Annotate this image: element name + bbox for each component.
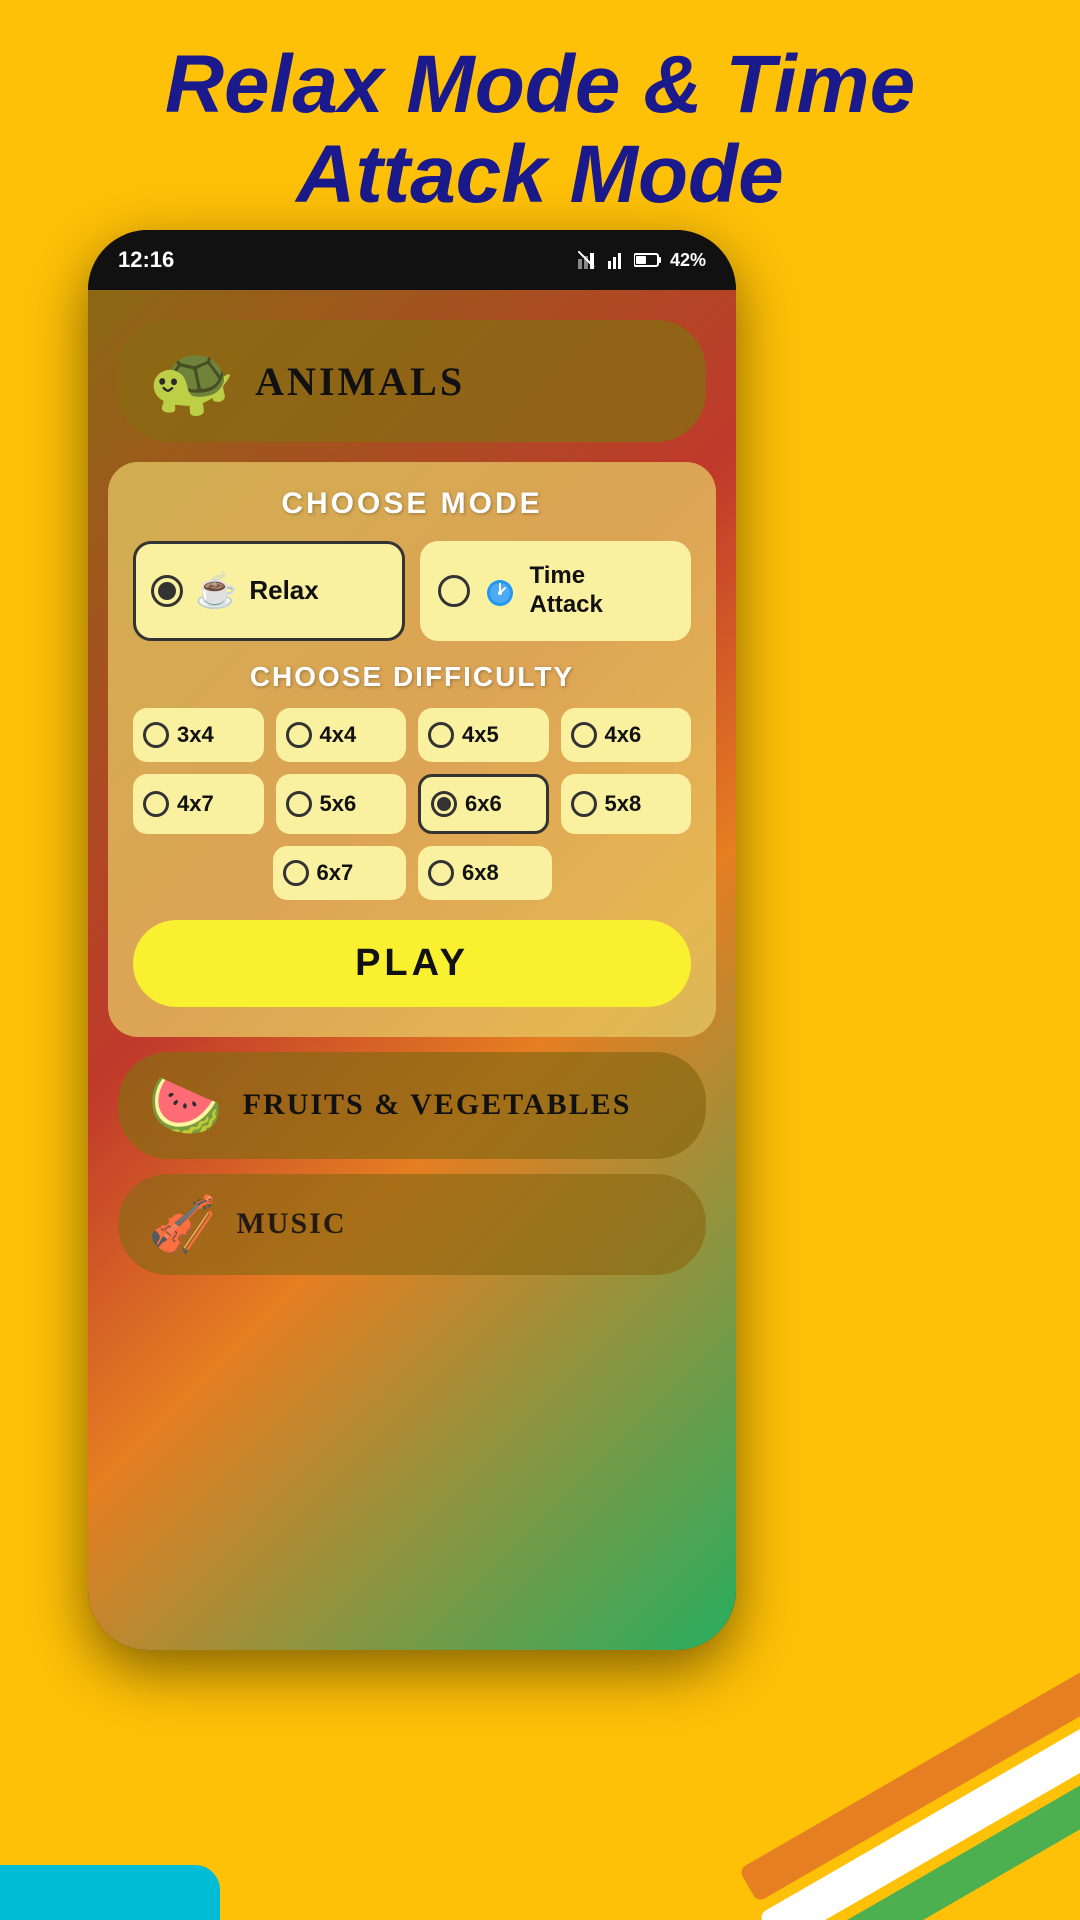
battery-percent: 42% — [670, 250, 706, 271]
signal-icon — [578, 251, 600, 269]
battery-icon — [634, 252, 662, 268]
difficulty-row-3: 6x7 6x8 — [133, 846, 691, 900]
diff-4x4[interactable]: 4x4 — [276, 708, 407, 762]
diff-6x7[interactable]: 6x7 — [273, 846, 407, 900]
time-attack-line1: Time — [530, 562, 603, 591]
diff-4x6-radio — [571, 722, 597, 748]
diff-6x8-label: 6x8 — [462, 860, 499, 886]
watermelon-icon: 🍉 — [148, 1070, 223, 1141]
vegetables-label: FRUITS & VEGETABLES — [243, 1088, 632, 1122]
time-attack-mode-option[interactable]: Time Attack — [420, 541, 692, 641]
diff-5x6-label: 5x6 — [320, 791, 357, 817]
diff-4x5[interactable]: 4x5 — [418, 708, 549, 762]
diff-6x7-radio — [283, 860, 309, 886]
play-button[interactable]: PLAY — [133, 920, 691, 1007]
stripe-blue — [0, 1865, 220, 1920]
status-bar: 12:16 42% — [88, 230, 736, 290]
difficulty-row-1: 3x4 4x4 4x5 4x6 — [133, 708, 691, 762]
stopwatch-icon — [482, 573, 518, 609]
diff-4x5-radio — [428, 722, 454, 748]
diff-3x4[interactable]: 3x4 — [133, 708, 264, 762]
diff-6x8-radio — [428, 860, 454, 886]
phone-notch — [362, 230, 462, 250]
page-title: Relax Mode & Time Attack Mode — [0, 40, 1080, 220]
relax-radio-fill — [158, 582, 176, 600]
relax-radio — [151, 575, 183, 607]
diff-6x7-label: 6x7 — [317, 860, 354, 886]
mode-row: ☕ Relax — [133, 541, 691, 641]
mode-card: CHOOSE MODE ☕ Relax — [108, 462, 716, 1037]
diff-4x7-radio — [143, 791, 169, 817]
diff-6x6-radio — [431, 791, 457, 817]
relax-mode-option[interactable]: ☕ Relax — [133, 541, 405, 641]
diff-3x4-radio — [143, 722, 169, 748]
choose-mode-title: CHOOSE MODE — [133, 487, 691, 521]
diff-4x4-label: 4x4 — [320, 722, 357, 748]
relax-label: Relax — [249, 575, 318, 606]
diff-4x7[interactable]: 4x7 — [133, 774, 264, 834]
time-attack-radio — [438, 575, 470, 607]
diff-4x5-label: 4x5 — [462, 722, 499, 748]
status-time: 12:16 — [118, 247, 174, 273]
diff-4x4-radio — [286, 722, 312, 748]
diff-4x7-label: 4x7 — [177, 791, 214, 817]
turtle-icon: 🐢 — [148, 340, 235, 422]
diff-3x4-label: 3x4 — [177, 722, 214, 748]
animals-category-button[interactable]: 🐢 ANIMALS — [118, 320, 706, 442]
diff-5x8-label: 5x8 — [605, 791, 642, 817]
diff-4x6-label: 4x6 — [605, 722, 642, 748]
deco-stripes — [680, 1670, 1080, 1920]
status-icons: 42% — [578, 250, 706, 271]
diff-5x8-radio — [571, 791, 597, 817]
difficulty-row-2: 4x7 5x6 6x6 5x8 — [133, 774, 691, 834]
music-category-button[interactable]: 🎻 MUSIC — [118, 1174, 706, 1275]
diff-6x6-label: 6x6 — [465, 791, 502, 817]
phone-screen: 🐢 ANIMALS CHOOSE MODE ☕ Relax — [88, 290, 736, 1650]
vegetables-category-button[interactable]: 🍉 FRUITS & VEGETABLES — [118, 1052, 706, 1159]
diff-5x6-radio — [286, 791, 312, 817]
music-label: MUSIC — [236, 1207, 346, 1241]
animals-label: ANIMALS — [255, 358, 465, 405]
choose-difficulty-title: CHOOSE DIFFICULTY — [133, 661, 691, 693]
diff-5x6[interactable]: 5x6 — [276, 774, 407, 834]
time-attack-line2: Attack — [530, 591, 603, 620]
diff-4x6[interactable]: 4x6 — [561, 708, 692, 762]
diff-6x6[interactable]: 6x6 — [418, 774, 549, 834]
diff-6x8[interactable]: 6x8 — [418, 846, 552, 900]
coffee-icon: ☕ — [195, 571, 237, 611]
music-emoji: 🎻 — [148, 1192, 216, 1257]
phone-frame: 12:16 42% 🐢 — [88, 230, 736, 1650]
signal2-icon — [608, 251, 626, 269]
diff-5x8[interactable]: 5x8 — [561, 774, 692, 834]
